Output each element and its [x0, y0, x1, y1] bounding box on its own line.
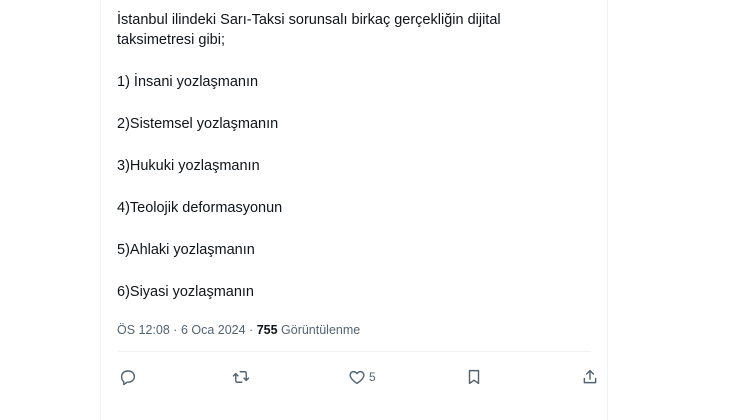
list-item: 3)Hukuki yozlaşmanın — [117, 158, 260, 174]
views-label: Görüntülenme — [277, 323, 361, 337]
list-item: 1) İnsani yozlaşmanın — [117, 74, 259, 90]
bookmark-icon — [465, 368, 483, 386]
like-count: 5 — [369, 370, 376, 384]
tweet-card: İstanbul ilindeki Sarı-Taksi sorunsalı b… — [100, 0, 608, 420]
tweet-time[interactable]: ÖS 12:08 — [117, 323, 170, 337]
tweet-intro-line-2: taksimetresi gibi; — [117, 32, 225, 48]
reply-icon — [119, 368, 137, 386]
retweet-icon — [232, 368, 250, 386]
tweet-date[interactable]: 6 Oca 2024 — [181, 323, 246, 337]
action-bar: 5 — [119, 366, 597, 388]
list-item: 4)Teolojik deformasyonun — [117, 200, 283, 216]
list-item: 6)Siyasi yozlaşmanın — [117, 284, 254, 300]
tweet-meta: ÖS 12:08 · 6 Oca 2024 · 755 Görüntülenme — [117, 323, 360, 337]
tweet-intro-line-1: İstanbul ilindeki Sarı-Taksi sorunsalı b… — [117, 12, 501, 28]
page: İstanbul ilindeki Sarı-Taksi sorunsalı b… — [0, 0, 730, 420]
bookmark-button[interactable] — [465, 366, 483, 388]
list-item: 5)Ahlaki yozlaşmanın — [117, 242, 255, 258]
retweet-button[interactable] — [232, 366, 250, 388]
meta-separator: · — [169, 323, 181, 337]
reply-button[interactable] — [119, 366, 137, 388]
share-icon — [581, 368, 599, 386]
meta-separator: · — [245, 323, 257, 337]
like-button[interactable]: 5 — [348, 366, 376, 388]
list-item: 2)Sistemsel yozlaşmanın — [117, 116, 279, 132]
tweet-text: İstanbul ilindeki Sarı-Taksi sorunsalı b… — [117, 10, 587, 302]
divider — [117, 351, 591, 352]
views-count: 755 — [256, 323, 278, 337]
share-button[interactable] — [581, 366, 599, 388]
heart-icon — [348, 368, 366, 386]
